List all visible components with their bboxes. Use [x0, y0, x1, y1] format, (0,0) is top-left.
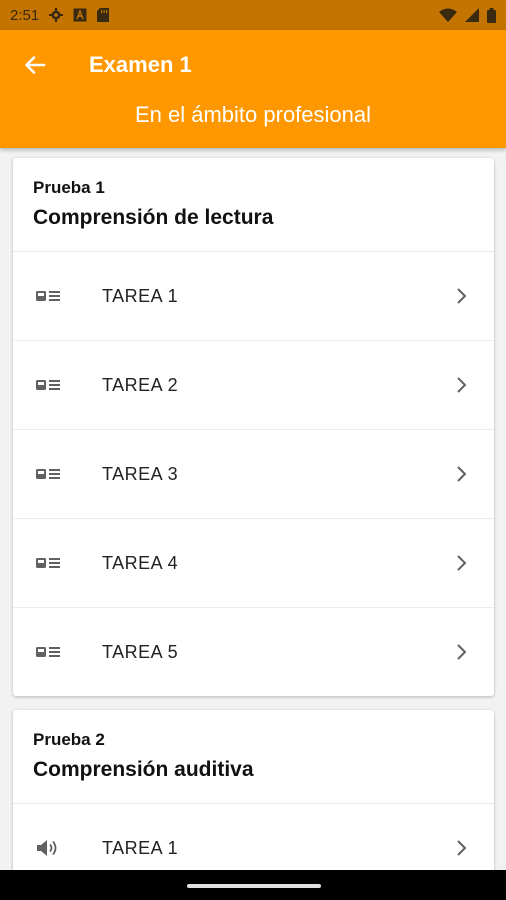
section-kicker: Prueba 2: [33, 730, 105, 749]
home-gesture-handle[interactable]: [187, 884, 321, 888]
task-label: TAREA 5: [102, 641, 179, 662]
gear-icon: [49, 8, 64, 22]
section-title: Comprensión de lectura: [33, 206, 274, 229]
status-bar: 2:51: [0, 0, 506, 30]
task-label: TAREA 4: [102, 552, 179, 573]
exam-content[interactable]: Prueba 1 Comprensión de lectura TAREA 1 …: [0, 148, 506, 870]
task-row-4[interactable]: TAREA 4: [13, 519, 494, 608]
task-row-3[interactable]: TAREA 3: [13, 430, 494, 519]
reading-icon: [36, 469, 60, 479]
section-card-prueba-1: Prueba 1 Comprensión de lectura TAREA 1 …: [13, 158, 494, 696]
task-label: TAREA 1: [102, 837, 179, 858]
signal-icon: [465, 8, 479, 22]
section-header: Prueba 2 Comprensión auditiva: [13, 710, 494, 804]
task-label: TAREA 2: [102, 374, 179, 395]
a-box-icon: [73, 8, 87, 22]
system-navigation-bar: [0, 870, 506, 900]
task-label: TAREA 3: [102, 463, 179, 484]
reading-icon: [36, 380, 60, 390]
task-row-1[interactable]: TAREA 1: [13, 252, 494, 341]
task-row-2[interactable]: TAREA 2: [13, 341, 494, 430]
chevron-right-icon: [457, 288, 467, 304]
reading-icon: [36, 647, 60, 657]
arrow-left-icon: [25, 56, 46, 74]
page-title: Examen 1: [89, 52, 192, 77]
task-row-1[interactable]: TAREA 1: [13, 804, 494, 870]
section-card-prueba-2: Prueba 2 Comprensión auditiva TAREA 1: [13, 710, 494, 870]
battery-icon: [487, 7, 496, 23]
task-row-5[interactable]: TAREA 5: [13, 608, 494, 696]
back-button[interactable]: [20, 50, 50, 80]
task-label: TAREA 1: [102, 285, 179, 306]
reading-icon: [36, 558, 60, 568]
chevron-right-icon: [457, 644, 467, 660]
chevron-right-icon: [457, 466, 467, 482]
sd-card-icon: [97, 8, 110, 22]
chevron-right-icon: [457, 840, 467, 856]
wifi-icon: [439, 8, 457, 22]
status-time: 2:51: [10, 6, 40, 24]
app-bar: Examen 1 En el ámbito profesional: [0, 30, 506, 148]
section-header: Prueba 1 Comprensión de lectura: [13, 158, 494, 252]
chevron-right-icon: [457, 377, 467, 393]
speaker-icon: [37, 840, 57, 856]
chevron-right-icon: [457, 555, 467, 571]
section-kicker: Prueba 1: [33, 178, 105, 197]
section-title: Comprensión auditiva: [33, 758, 254, 781]
page-subtitle: En el ámbito profesional: [134, 102, 372, 127]
reading-icon: [36, 291, 60, 301]
